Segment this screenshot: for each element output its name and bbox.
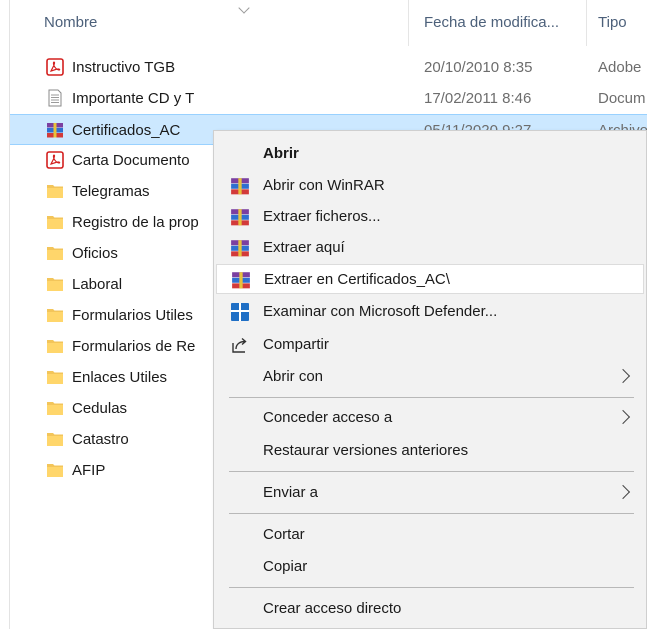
column-header-name[interactable]: Nombre xyxy=(44,14,97,31)
file-type: Docum xyxy=(598,90,646,107)
file-row[interactable]: Importante CD y T 17/02/2011 8:46 Docum xyxy=(10,83,647,114)
file-date: 20/10/2010 8:35 xyxy=(424,59,533,76)
column-divider[interactable] xyxy=(586,0,587,46)
folder-icon xyxy=(46,275,64,293)
menu-item-abrir-con[interactable]: Abrir con xyxy=(216,362,644,392)
file-name: Formularios de Re xyxy=(72,338,196,355)
winrar-icon xyxy=(230,238,250,258)
menu-separator xyxy=(229,513,634,514)
menu-item-restaurar-versiones[interactable]: Restaurar versiones anteriores xyxy=(216,436,644,466)
sort-chevron-icon[interactable] xyxy=(238,2,250,14)
folder-icon xyxy=(46,213,64,231)
context-menu: Abrir Abrir con WinRAR Extraer ficheros.… xyxy=(213,130,647,629)
menu-item-label: Copiar xyxy=(263,558,308,575)
folder-icon xyxy=(46,430,64,448)
menu-item-label: Cortar xyxy=(263,526,305,543)
file-name: Enlaces Utiles xyxy=(72,369,168,386)
file-name: Instructivo TGB xyxy=(72,59,176,76)
pdf-icon xyxy=(46,58,64,76)
column-header-type[interactable]: Tipo xyxy=(598,14,627,31)
menu-item-copiar[interactable]: Copiar xyxy=(216,552,644,582)
file-name: Formularios Utiles xyxy=(72,307,193,324)
menu-item-compartir[interactable]: Compartir xyxy=(216,330,644,360)
text-document-icon xyxy=(46,89,64,107)
file-type: Adobe xyxy=(598,59,642,76)
menu-item-extraer-en-carpeta[interactable]: Extraer en Certificados_AC\ xyxy=(216,264,644,294)
folder-icon xyxy=(46,306,64,324)
share-icon xyxy=(230,335,250,355)
menu-item-microsoft-defender[interactable]: Examinar con Microsoft Defender... xyxy=(216,297,644,327)
menu-item-label: Extraer aquí xyxy=(263,239,345,256)
chevron-right-icon xyxy=(615,368,631,384)
file-name: Catastro xyxy=(72,431,129,448)
file-name: Importante CD y T xyxy=(72,90,195,107)
menu-item-cortar[interactable]: Cortar xyxy=(216,520,644,550)
menu-item-enviar-a[interactable]: Enviar a xyxy=(216,478,644,508)
winrar-icon xyxy=(230,207,250,227)
menu-item-abrir[interactable]: Abrir xyxy=(216,139,644,169)
folder-icon xyxy=(46,337,64,355)
winrar-archive-icon xyxy=(46,121,64,139)
folder-icon xyxy=(46,368,64,386)
chevron-right-icon xyxy=(615,409,631,425)
file-name: Certificados_AC xyxy=(72,122,181,139)
menu-item-crear-acceso-directo[interactable]: Crear acceso directo xyxy=(216,594,644,624)
menu-item-label: Crear acceso directo xyxy=(263,600,402,617)
folder-icon xyxy=(46,461,64,479)
folder-icon xyxy=(46,399,64,417)
menu-item-label: Restaurar versiones anteriores xyxy=(263,442,469,459)
file-name: Oficios xyxy=(72,245,118,262)
menu-separator xyxy=(229,397,634,398)
winrar-icon xyxy=(230,176,250,196)
folder-icon xyxy=(46,244,64,262)
menu-item-label: Abrir xyxy=(263,145,299,162)
menu-separator xyxy=(229,587,634,588)
menu-item-label: Compartir xyxy=(263,336,329,353)
menu-item-abrir-con-winrar[interactable]: Abrir con WinRAR xyxy=(216,171,644,201)
file-row[interactable]: Instructivo TGB 20/10/2010 8:35 Adobe xyxy=(10,52,647,83)
column-header-bar: Nombre Fecha de modifica... Tipo xyxy=(10,0,647,46)
column-header-date[interactable]: Fecha de modifica... xyxy=(424,14,559,31)
menu-separator xyxy=(229,471,634,472)
column-divider[interactable] xyxy=(408,0,409,46)
file-name: AFIP xyxy=(72,462,106,479)
folder-icon xyxy=(46,182,64,200)
file-date: 17/02/2011 8:46 xyxy=(424,90,532,107)
pdf-icon xyxy=(46,151,64,169)
file-name: Laboral xyxy=(72,276,123,293)
winrar-icon xyxy=(231,270,251,290)
file-name: Registro de la prop xyxy=(72,214,199,231)
file-name: Carta Documento xyxy=(72,152,190,169)
menu-item-label: Extraer ficheros... xyxy=(263,208,381,225)
chevron-right-icon xyxy=(615,484,631,500)
file-name: Telegramas xyxy=(72,183,150,200)
menu-item-label: Extraer en Certificados_AC\ xyxy=(264,271,450,288)
defender-shield-icon xyxy=(230,302,250,322)
menu-item-extraer-ficheros[interactable]: Extraer ficheros... xyxy=(216,202,644,232)
menu-item-label: Conceder acceso a xyxy=(263,409,393,426)
menu-item-label: Abrir con xyxy=(263,368,324,385)
file-name: Cedulas xyxy=(72,400,128,417)
menu-item-label: Abrir con WinRAR xyxy=(263,177,385,194)
menu-item-conceder-acceso[interactable]: Conceder acceso a xyxy=(216,403,644,433)
menu-item-extraer-aqui[interactable]: Extraer aquí xyxy=(216,233,644,263)
menu-item-label: Examinar con Microsoft Defender... xyxy=(263,303,498,320)
menu-item-label: Enviar a xyxy=(263,484,319,501)
